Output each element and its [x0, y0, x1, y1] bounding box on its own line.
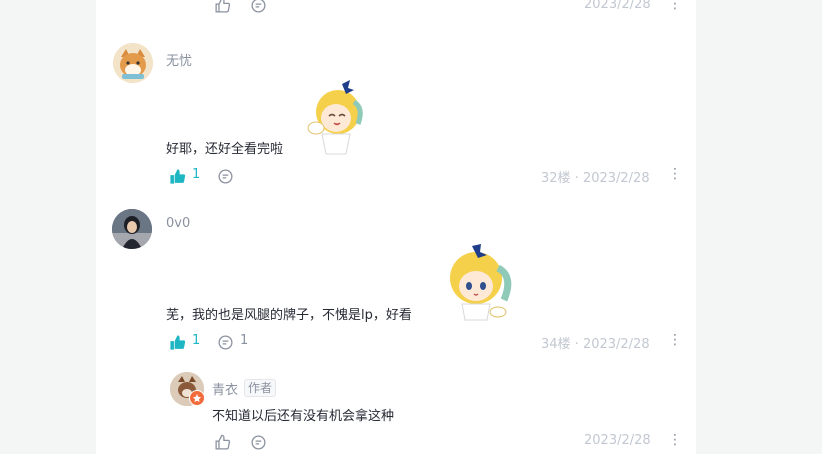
comment-meta: 34楼 · 2023/2/28 [541, 337, 650, 352]
author-badge: 作者 [244, 379, 277, 397]
more-icon[interactable]: ⋮ [668, 432, 682, 448]
like-icon[interactable] [168, 167, 186, 185]
reply-count: 1 [240, 333, 249, 348]
more-icon[interactable]: ⋮ [668, 0, 682, 12]
comment-date: 2023/2/28 [584, 0, 651, 12]
comment-text: 芜，我的也是风腿的牌子，不愧是lp，好看 [166, 308, 412, 323]
sticker-image [440, 242, 520, 322]
more-icon[interactable]: ⋮ [668, 332, 682, 348]
like-icon[interactable] [213, 0, 231, 14]
author-level-icon [189, 390, 205, 406]
comment-meta: 32楼 · 2023/2/28 [541, 171, 650, 186]
comment-text: 好耶，还好全看完啦 [166, 142, 284, 157]
comment-icon[interactable] [216, 167, 234, 185]
avatar[interactable] [113, 43, 153, 83]
reply-text: 不知道以后还有没有机会拿这种 [212, 409, 395, 424]
comment-username[interactable]: 0v0 [166, 216, 190, 231]
like-count: 1 [192, 333, 201, 348]
comment-icon[interactable] [249, 433, 267, 451]
reply-date: 2023/2/28 [584, 433, 651, 448]
like-icon[interactable] [168, 333, 186, 351]
more-icon[interactable]: ⋮ [668, 166, 682, 182]
sticker-image [302, 78, 368, 156]
like-icon[interactable] [213, 433, 231, 451]
reply-username[interactable]: 青衣 [212, 379, 238, 398]
avatar[interactable] [112, 209, 152, 249]
like-count: 1 [192, 167, 201, 182]
comment-username[interactable]: 无忧 [166, 50, 192, 69]
comment-icon[interactable] [216, 333, 234, 351]
comment-icon[interactable] [249, 0, 267, 14]
